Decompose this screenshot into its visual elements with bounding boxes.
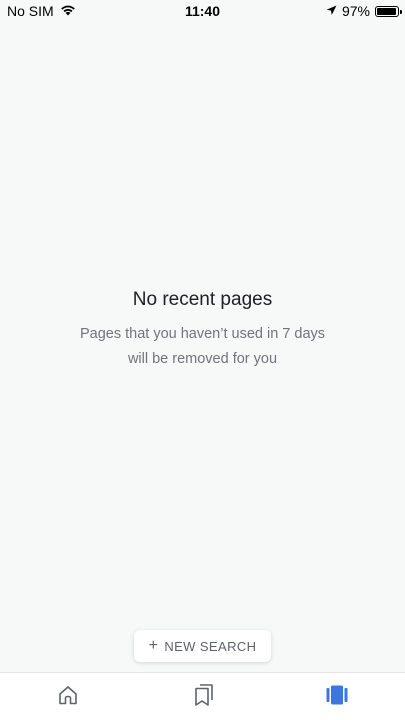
battery-fill [377, 7, 397, 15]
location-arrow-icon [326, 3, 337, 19]
home-icon [57, 684, 79, 711]
tab-home[interactable] [54, 683, 82, 711]
bottom-nav-bar [0, 672, 405, 720]
status-bar: No SIM 11:40 97% [0, 0, 405, 24]
empty-state-subtitle: Pages that you haven’t used in 7 days wi… [79, 326, 326, 367]
empty-state: No recent pages Pages that you haven’t u… [0, 286, 405, 372]
new-search-button[interactable]: + NEW SEARCH [134, 630, 271, 662]
collections-icon [193, 683, 215, 712]
plus-icon: + [148, 637, 159, 654]
new-search-label: NEW SEARCH [164, 638, 257, 654]
tab-collections[interactable] [190, 683, 218, 711]
status-bar-right: 97% [326, 3, 402, 19]
battery-icon [375, 5, 402, 17]
battery-percent: 97% [341, 3, 370, 19]
tabs-icon [325, 684, 349, 711]
tab-tabs[interactable] [323, 683, 351, 711]
empty-state-title: No recent pages [132, 289, 273, 310]
battery-tip [400, 9, 402, 14]
